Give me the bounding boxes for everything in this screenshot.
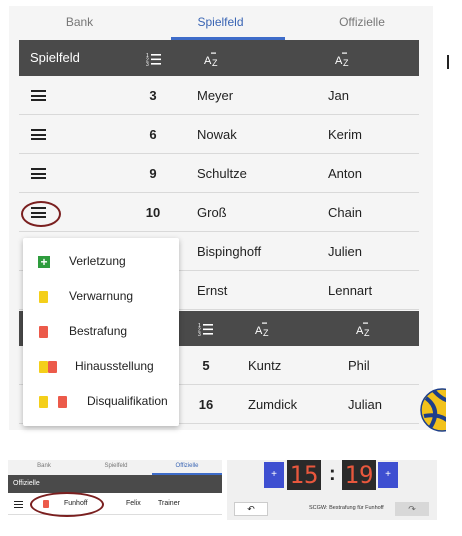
menu-icon[interactable] xyxy=(14,501,23,508)
menu-item-label: Disqualifikation xyxy=(87,394,168,408)
highlight-ellipse xyxy=(21,201,61,227)
table-row[interactable]: 6 Nowak Kerim xyxy=(19,115,419,154)
tab-spielfeld[interactable]: Spielfeld xyxy=(150,6,291,40)
player-first-name: Kerim xyxy=(328,127,362,142)
home-score: 15 xyxy=(287,460,321,490)
svg-text:A: A xyxy=(335,55,343,66)
player-first-name: Anton xyxy=(328,166,362,181)
official-role: Trainer xyxy=(158,500,180,507)
status-text: SCGW: Bestrafung für Funhoff xyxy=(309,505,384,511)
yellow-card-icon xyxy=(39,361,48,373)
red-card-icon xyxy=(48,361,57,373)
tab-spielfeld[interactable]: Spielfeld xyxy=(80,460,152,473)
away-score: 19 xyxy=(342,460,376,490)
redo-button[interactable]: ↷ xyxy=(395,502,429,516)
undo-button[interactable]: ↶ xyxy=(234,502,268,516)
player-first-name: Lennart xyxy=(328,283,373,298)
official-first-name: Felix xyxy=(126,500,141,507)
player-first-name: Julian xyxy=(348,397,382,412)
player-number: 3 xyxy=(149,88,157,103)
player-number: 10 xyxy=(145,205,161,220)
player-number: 6 xyxy=(149,127,157,142)
player-number: 16 xyxy=(198,397,214,412)
player-first-name: Jan xyxy=(328,88,349,103)
table-row[interactable]: 10 Groß Chain xyxy=(19,193,419,232)
menu-item-label: Verwarnung xyxy=(69,289,134,303)
sort-az-icon[interactable]: A Z xyxy=(350,310,380,346)
menu-item-bestrafung[interactable]: Bestrafung xyxy=(23,314,179,349)
player-first-name: Phil xyxy=(348,358,370,373)
menu-item-hinausstellung[interactable]: Hinausstellung xyxy=(23,349,179,384)
red-card-icon xyxy=(39,326,48,338)
svg-text:3: 3 xyxy=(198,332,201,336)
menu-icon[interactable] xyxy=(31,90,46,101)
player-last-name: Bispinghoff xyxy=(197,244,262,259)
penalty-popup-menu: + Verletzung Verwarnung Bestrafung Hinau… xyxy=(23,238,179,426)
score-colon: : xyxy=(329,463,336,485)
scoreboard: + 15 : 19 + ↶ SCGW: Bestrafung für Funho… xyxy=(227,460,437,520)
home-plus-button[interactable]: + xyxy=(264,462,284,488)
menu-icon[interactable] xyxy=(31,168,46,179)
officials-title: Offizielle xyxy=(13,480,40,487)
player-first-name: Chain xyxy=(328,205,362,220)
yellow-card-icon xyxy=(39,291,48,303)
plus-icon: + xyxy=(38,256,50,268)
player-last-name: Ernst xyxy=(197,283,228,298)
menu-icon[interactable] xyxy=(31,129,46,140)
menu-item-verwarnung[interactable]: Verwarnung xyxy=(23,279,179,314)
volleyball-icon xyxy=(420,388,446,432)
svg-text:A: A xyxy=(356,325,364,336)
svg-text:Z: Z xyxy=(212,58,218,66)
svg-text:A: A xyxy=(204,55,212,66)
player-last-name: Groß xyxy=(197,205,227,220)
sort-az-icon[interactable]: A Z xyxy=(198,40,228,76)
tab-bar: Bank Spielfeld Offizielle xyxy=(9,6,433,40)
table-row[interactable]: 3 Meyer Jan xyxy=(19,76,419,115)
tab-offizielle[interactable]: Offizielle xyxy=(152,460,222,473)
away-plus-button[interactable]: + xyxy=(378,462,398,488)
menu-item-label: Verletzung xyxy=(69,254,126,268)
table-row[interactable]: 9 Schultze Anton xyxy=(19,154,419,193)
player-first-name: Julien xyxy=(328,244,362,259)
yellow-card-icon xyxy=(39,396,48,408)
highlight-ellipse xyxy=(30,492,104,517)
sort-az-icon[interactable]: A Z xyxy=(249,310,279,346)
menu-item-label: Bestrafung xyxy=(69,324,128,338)
tab-bank[interactable]: Bank xyxy=(8,460,80,473)
officials-header: Offizielle xyxy=(8,475,222,493)
player-number: 5 xyxy=(202,358,210,373)
sort-az-icon[interactable]: A Z xyxy=(329,40,359,76)
player-number: 9 xyxy=(149,166,157,181)
tab-offizielle[interactable]: Offizielle xyxy=(291,6,433,40)
text-cursor xyxy=(447,55,449,69)
svg-text:Z: Z xyxy=(364,328,370,336)
player-last-name: Schultze xyxy=(197,166,247,181)
menu-item-verletzung[interactable]: + Verletzung xyxy=(23,244,179,279)
svg-text:Z: Z xyxy=(263,328,269,336)
table-title: Spielfeld xyxy=(30,50,80,65)
menu-item-disqualifikation[interactable]: Disqualifikation xyxy=(23,384,179,419)
svg-text:3: 3 xyxy=(146,62,149,66)
player-last-name: Zumdick xyxy=(248,397,298,412)
red-card-icon xyxy=(58,396,67,408)
number-list-icon[interactable]: 1 2 3 xyxy=(141,40,167,76)
player-last-name: Meyer xyxy=(197,88,234,103)
svg-text:A: A xyxy=(255,325,263,336)
number-list-icon[interactable]: 1 2 3 xyxy=(193,310,219,346)
svg-text:Z: Z xyxy=(343,58,349,66)
player-last-name: Kuntz xyxy=(248,358,282,373)
tab-bank[interactable]: Bank xyxy=(9,6,150,40)
table-header: Spielfeld 1 2 3 A Z A Z xyxy=(19,40,419,76)
menu-item-label: Hinausstellung xyxy=(75,359,154,373)
player-last-name: Nowak xyxy=(197,127,237,142)
